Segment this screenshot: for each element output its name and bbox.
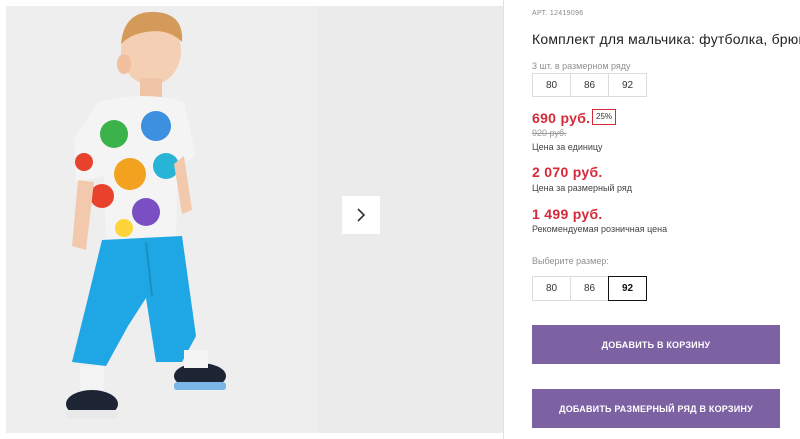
retail-price-caption: Рекомендуемая розничная цена — [532, 224, 668, 234]
next-image-button[interactable] — [342, 196, 380, 234]
size-option-92-selected[interactable]: 92 — [608, 276, 647, 301]
product-gallery — [0, 0, 503, 439]
boy-photo-illustration — [6, 6, 318, 433]
discount-badge: 25% — [592, 109, 617, 125]
retail-price: 1 499 руб. — [532, 206, 603, 222]
article-number: АРТ. 12419096 — [532, 10, 584, 17]
old-price: 920 руб. — [532, 128, 567, 138]
pack-size-80: 80 — [532, 73, 571, 97]
chevron-right-icon — [357, 208, 366, 222]
product-info-panel: АРТ. 12419096 Комплект для мальчика: фут… — [532, 0, 800, 439]
panel-divider — [503, 0, 504, 439]
unit-price: 690 руб. — [532, 110, 591, 126]
pack-price-caption: Цена за размерный ряд — [532, 183, 633, 193]
product-title: Комплект для мальчика: футболка, брюки — [532, 31, 800, 47]
size-option-86[interactable]: 86 — [570, 276, 609, 301]
add-to-cart-button[interactable]: ДОБАВИТЬ В КОРЗИНУ — [532, 325, 780, 364]
choose-size-label: Выберите размер: — [532, 256, 609, 266]
pack-sizes-label: 3 шт. в размерном ряду — [532, 61, 631, 71]
pack-price: 2 070 руб. — [532, 164, 603, 180]
product-photo[interactable] — [6, 6, 318, 433]
pack-size-86: 86 — [570, 73, 609, 97]
unit-price-caption: Цена за единицу — [532, 142, 603, 152]
add-pack-to-cart-button[interactable]: ДОБАВИТЬ РАЗМЕРНЫЙ РЯД В КОРЗИНУ — [532, 389, 780, 428]
pack-size-92: 92 — [608, 73, 647, 97]
pack-sizes-list: 80 86 92 — [532, 73, 647, 97]
size-option-80[interactable]: 80 — [532, 276, 571, 301]
size-picker: 80 86 92 — [532, 276, 647, 301]
